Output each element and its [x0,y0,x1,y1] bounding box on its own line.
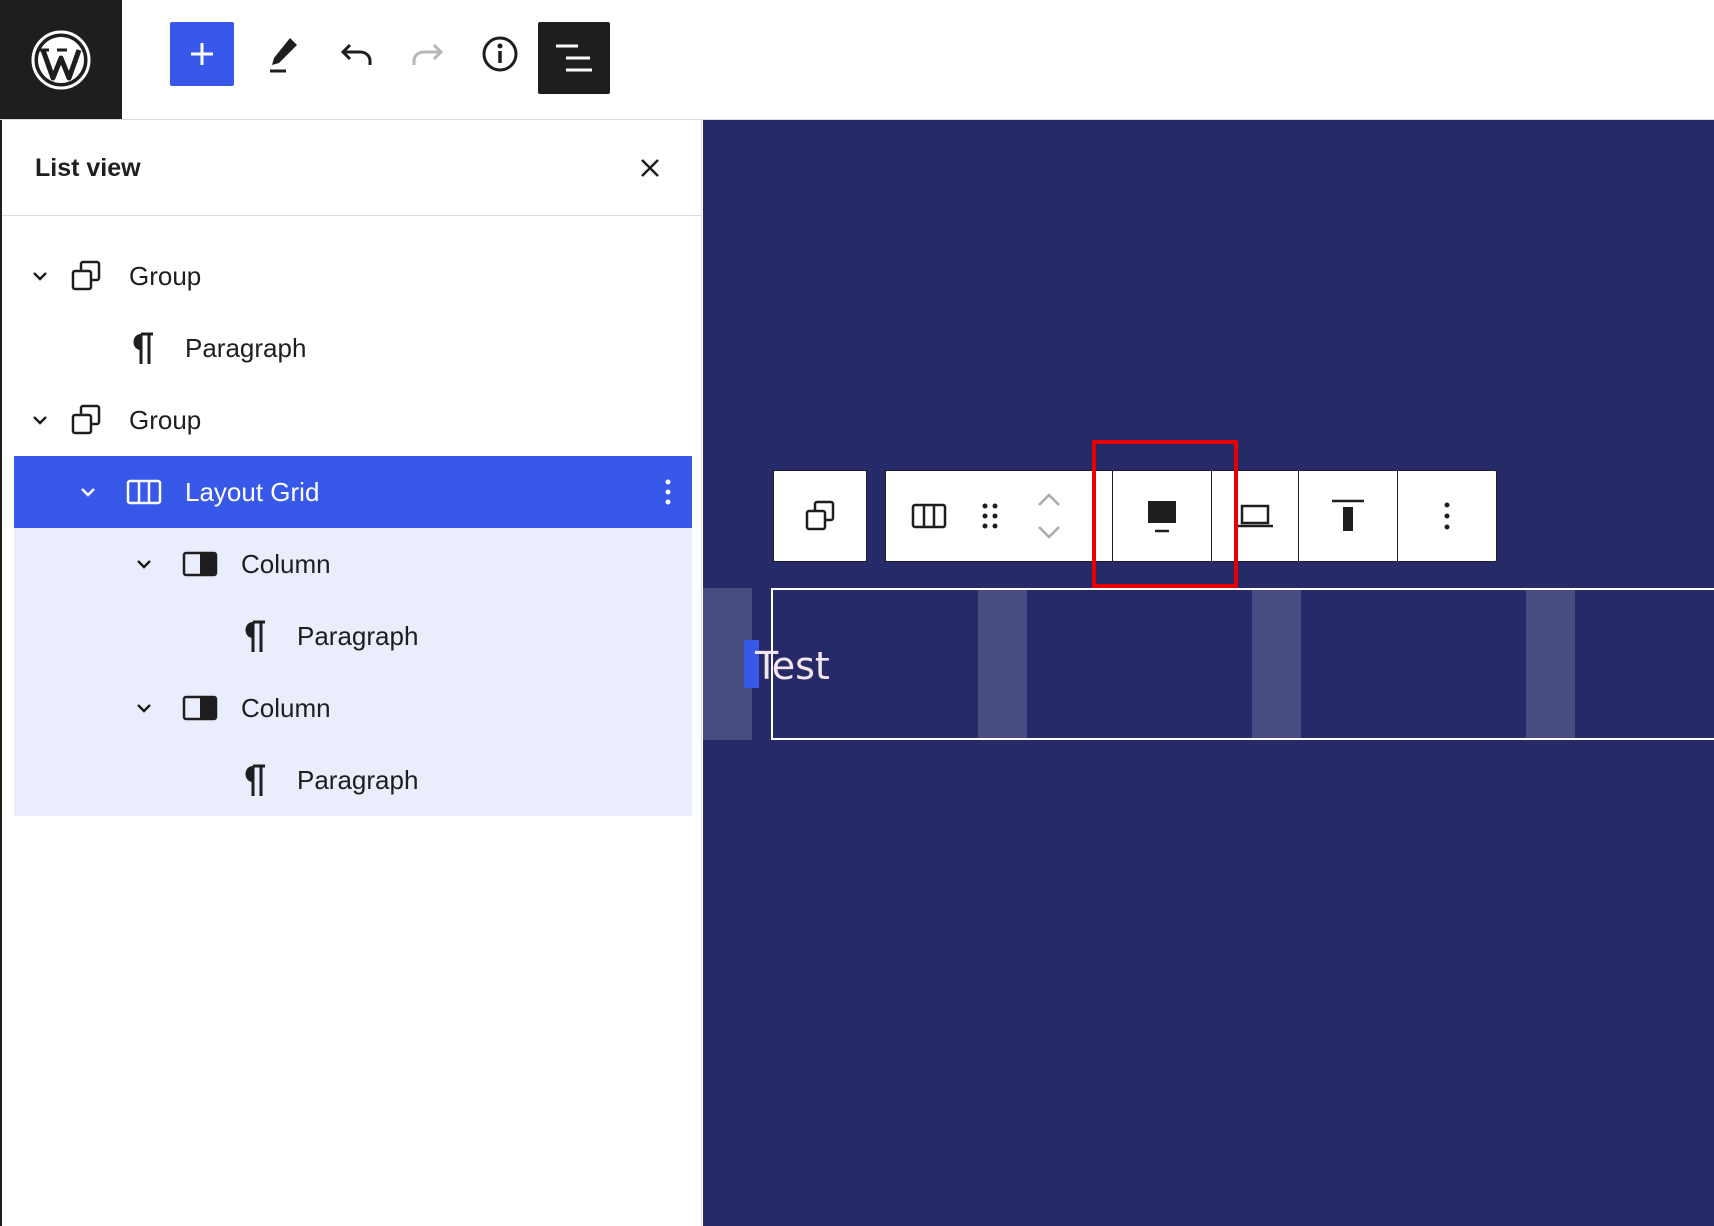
list-item-label: Paragraph [297,620,419,651]
close-icon [641,159,659,177]
tools-button[interactable] [252,22,316,86]
select-parent-group-button[interactable] [774,471,866,561]
more-options-button[interactable] [1398,471,1496,561]
list-item-group[interactable]: Group [14,240,692,312]
list-view-button[interactable] [538,22,610,94]
details-button[interactable] [468,22,532,86]
paragraph-icon [234,616,274,656]
pencil-icon [270,38,297,73]
list-view-title: List view [35,154,141,182]
chevron-down-icon[interactable] [132,696,156,720]
list-item-label: Group [129,260,202,291]
redo-button[interactable] [396,22,460,86]
close-list-view-button[interactable] [632,150,668,186]
block-type-button[interactable] [896,471,962,561]
paragraph-icon [234,760,274,800]
paragraph-block-text[interactable]: Test [755,644,830,688]
column-icon [180,544,220,584]
undo-icon [340,43,372,65]
layout-grid-block[interactable] [771,588,1714,740]
list-view-icon [556,44,592,72]
info-icon [482,36,518,72]
group-icon [66,256,106,296]
paragraph-icon [122,328,162,368]
list-item-label: Column [241,692,331,723]
list-item-paragraph[interactable]: Paragraph [14,600,692,672]
plus-icon [191,43,213,65]
list-item-label: Paragraph [297,764,419,795]
list-item-label: Group [129,404,202,435]
drag-handle-button[interactable] [962,471,1018,561]
chevron-down-icon[interactable] [28,408,52,432]
editor-header [0,0,1714,120]
list-item-column[interactable]: Column [14,672,692,744]
list-item-column[interactable]: Column [14,528,692,600]
align-top-icon [1332,499,1364,531]
wordpress-icon [31,30,91,89]
list-item-label: Paragraph [185,332,307,363]
block-toolbar-parent [773,470,867,562]
more-options-icon[interactable] [654,472,682,512]
list-view-header: List view [2,120,702,216]
list-item-group[interactable]: Group [14,384,692,456]
list-view-panel: List view Group Paragraph Group Layout G… [0,120,702,1226]
column-icon [180,688,220,728]
add-block-button[interactable] [170,22,234,86]
drag-handle-icon [982,503,998,529]
undo-button[interactable] [324,22,388,86]
group-icon [66,400,106,440]
list-item-label: Column [241,548,331,579]
list-item-layout-grid[interactable]: Layout Grid [14,456,692,528]
editor-canvas[interactable]: Test [703,120,1714,1226]
layout-grid-icon [124,472,164,512]
move-up-down-icon [1038,493,1060,539]
move-up-down-button[interactable] [1018,471,1080,561]
more-options-icon [1444,502,1450,530]
redo-icon [412,43,444,65]
group-icon [805,500,835,531]
list-item-paragraph[interactable]: Paragraph [14,312,692,384]
chevron-down-icon[interactable] [28,264,52,288]
laptop-icon [1237,504,1273,528]
wordpress-logo-button[interactable] [0,0,122,119]
chevron-down-icon[interactable] [132,552,156,576]
list-item-paragraph[interactable]: Paragraph [14,744,692,816]
vertical-align-button[interactable] [1299,471,1397,561]
chevron-down-icon[interactable] [76,480,100,504]
annotation-highlight-box [1092,440,1238,588]
list-item-label: Layout Grid [185,476,320,507]
layout-grid-icon [911,503,947,529]
